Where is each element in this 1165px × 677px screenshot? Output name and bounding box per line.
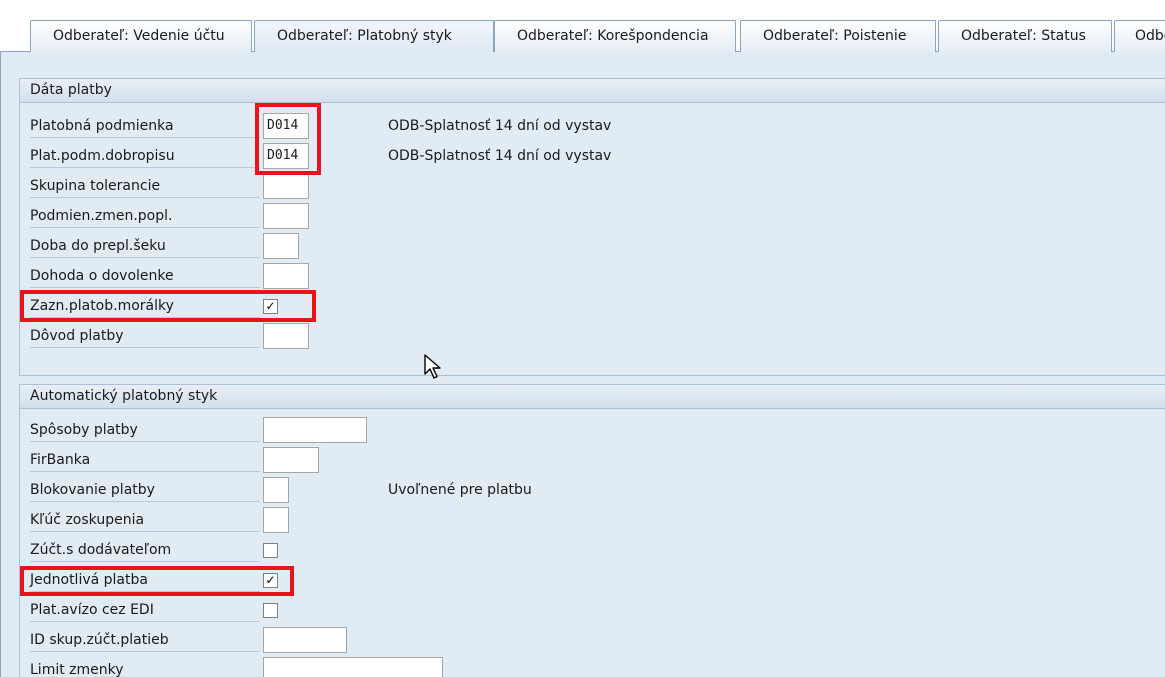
- tab-label: Odberateľ: Poistenie: [763, 28, 907, 44]
- field-row: Spôsoby platby: [20, 415, 1165, 445]
- tab-strip: Odberateľ: Vedenie účtu Odberateľ: Plato…: [0, 0, 1165, 53]
- payment-terms-input[interactable]: D014: [263, 113, 309, 139]
- payment-advice-edi-checkbox[interactable]: [263, 603, 278, 618]
- field-row: Limit zmenky: [20, 655, 1165, 677]
- individual-payment-checkbox[interactable]: ✓: [263, 573, 278, 588]
- field-row: Dôvod platby: [20, 321, 1165, 351]
- check-cashing-time-input[interactable]: [263, 233, 299, 259]
- tab-status[interactable]: Odberateľ: Status: [938, 20, 1112, 52]
- group-title: Dáta platby: [20, 79, 1165, 103]
- field-label: Dohoda o dovolenke: [30, 264, 260, 288]
- field-row: ID skup.zúčt.platieb: [20, 625, 1165, 655]
- payment-reason-input[interactable]: [263, 323, 309, 349]
- tab-label: Odbe: [1135, 28, 1165, 44]
- field-label: FirBanka: [30, 448, 260, 472]
- tab-label: Odberateľ: Korešpondencia: [517, 28, 709, 44]
- auto-payment-group: Automatický platobný styk Spôsoby platby…: [19, 384, 1165, 677]
- payment-history-checkbox[interactable]: ✓: [263, 299, 278, 314]
- clearing-with-vendor-checkbox[interactable]: [263, 543, 278, 558]
- field-label: Zazn.platob.morálky: [30, 294, 260, 318]
- field-label: Dôvod platby: [30, 324, 260, 348]
- field-row: Kľúč zoskupenia: [20, 505, 1165, 535]
- bill-exchange-limit-input[interactable]: [263, 657, 443, 677]
- content-area: Dáta platby Platobná podmienka D014 ODB-…: [0, 52, 1165, 677]
- group-title: Automatický platobný styk: [20, 385, 1165, 409]
- field-label: Podmien.zmen.popl.: [30, 204, 260, 228]
- field-label: Blokovanie platby: [30, 478, 260, 502]
- field-row: Platobná podmienka D014 ODB-Splatnosť 14…: [20, 111, 1165, 141]
- vacation-agreement-input[interactable]: [263, 263, 309, 289]
- credit-memo-terms-input[interactable]: D014: [263, 143, 309, 169]
- field-row: Skupina tolerancie: [20, 171, 1165, 201]
- field-label: Kľúč zoskupenia: [30, 508, 260, 532]
- tab-platobny-styk[interactable]: Odberateľ: Platobný styk: [254, 20, 494, 53]
- charges-terms-input[interactable]: [263, 203, 309, 229]
- tab-vedenie-uctu[interactable]: Odberateľ: Vedenie účtu: [30, 20, 252, 52]
- tab-odbe[interactable]: Odbe: [1114, 20, 1165, 52]
- clearing-group-id-input[interactable]: [263, 627, 347, 653]
- tab-poistenie[interactable]: Odberateľ: Poistenie: [740, 20, 936, 52]
- field-description: Uvoľnené pre platbu: [388, 482, 532, 498]
- mouse-cursor-icon: [424, 354, 441, 379]
- field-label: Jednotlivá platba: [30, 568, 260, 592]
- tab-korespondencia[interactable]: Odberateľ: Korešpondencia: [494, 20, 736, 52]
- field-row: Zúčt.s dodávateľom: [20, 535, 1165, 565]
- field-label: Platobná podmienka: [30, 114, 260, 138]
- field-row: Zazn.platob.morálky ✓: [20, 291, 1165, 321]
- payment-data-group: Dáta platby Platobná podmienka D014 ODB-…: [19, 78, 1165, 376]
- field-label: Zúčt.s dodávateľom: [30, 538, 260, 562]
- field-label: Plat.podm.dobropisu: [30, 144, 260, 168]
- field-row: FirBanka: [20, 445, 1165, 475]
- field-row: Jednotlivá platba ✓: [20, 565, 1165, 595]
- tab-label: Odberateľ: Vedenie účtu: [53, 28, 225, 44]
- field-row: Dohoda o dovolenke: [20, 261, 1165, 291]
- field-label: Doba do prepl.šeku: [30, 234, 260, 258]
- field-label: Spôsoby platby: [30, 418, 260, 442]
- field-row: Plat.podm.dobropisu D014 ODB-Splatnosť 1…: [20, 141, 1165, 171]
- field-label: Skupina tolerancie: [30, 174, 260, 198]
- field-row: Blokovanie platby Uvoľnené pre platbu: [20, 475, 1165, 505]
- grouping-key-input[interactable]: [263, 507, 289, 533]
- field-label: Plat.avízo cez EDI: [30, 598, 260, 622]
- house-bank-input[interactable]: [263, 447, 319, 473]
- field-description: ODB-Splatnosť 14 dní od vystav: [388, 148, 612, 164]
- field-row: Plat.avízo cez EDI: [20, 595, 1165, 625]
- tab-label: Odberateľ: Platobný styk: [277, 28, 452, 44]
- tolerance-group-input[interactable]: [263, 173, 309, 199]
- payment-methods-input[interactable]: [263, 417, 367, 443]
- field-row: Doba do prepl.šeku: [20, 231, 1165, 261]
- field-row: Podmien.zmen.popl.: [20, 201, 1165, 231]
- field-label: Limit zmenky: [30, 658, 260, 677]
- field-label: ID skup.zúčt.platieb: [30, 628, 260, 652]
- payment-block-input[interactable]: [263, 477, 289, 503]
- tab-label: Odberateľ: Status: [961, 28, 1086, 44]
- field-description: ODB-Splatnosť 14 dní od vystav: [388, 118, 612, 134]
